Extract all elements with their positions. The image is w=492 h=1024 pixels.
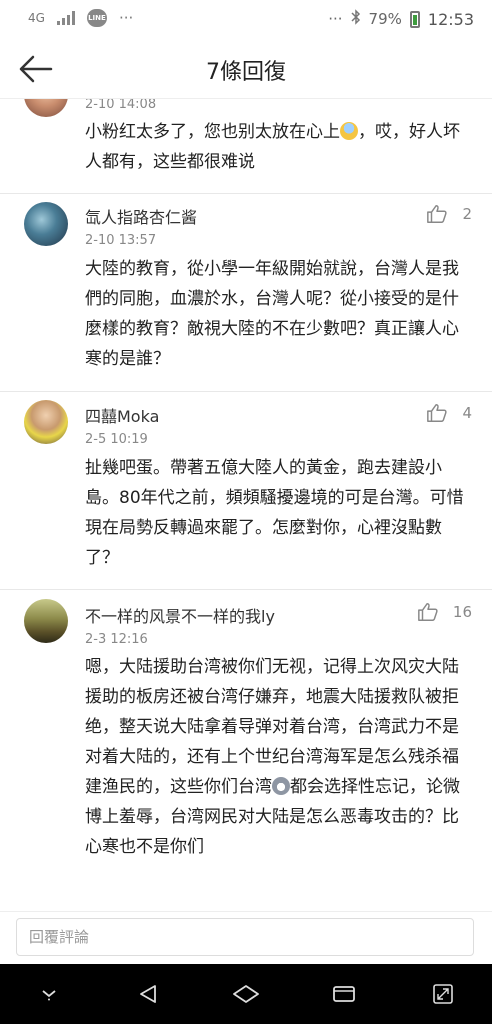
comment-time: 2-5 10:19 — [85, 432, 148, 447]
wolf-face-emoji-icon — [272, 777, 290, 795]
thumbs-up-icon — [418, 603, 438, 621]
more-status: ··· — [328, 10, 343, 28]
line-app-icon: LINE — [86, 9, 107, 27]
network-label: 4G — [28, 11, 45, 25]
like-count: 16 — [452, 603, 472, 621]
status-bar: 4G LINE ··· ··· 79% 12:53 — [0, 0, 492, 40]
like-button[interactable]: 16 — [417, 601, 472, 623]
like-count: 4 — [462, 404, 472, 422]
comment-body: 小粉红太多了，您也别太放在心上 ，哎，好人坏人都有，这些都很难说 — [85, 122, 460, 172]
comment-author[interactable]: 氙人指路杏仁酱 — [85, 204, 197, 228]
comment-list[interactable]: 2-10 14:08 小粉红太多了，您也别太放在心上 ，哎，好人坏人都有，这些都很… — [0, 99, 492, 911]
thumbs-up-icon — [427, 404, 448, 422]
signal-icon — [56, 11, 75, 25]
nav-home-button[interactable] — [226, 974, 266, 1014]
nav-down-icon — [42, 990, 56, 1001]
comment-author[interactable]: 四囍Moka — [85, 403, 159, 427]
status-left: 4G LINE ··· — [28, 9, 133, 27]
thumbs-up-icon — [427, 205, 448, 223]
clock: 12:53 — [427, 9, 474, 29]
comment-time: 2-3 12:16 — [85, 632, 148, 647]
reply-input[interactable] — [16, 918, 474, 956]
nav-expand-button[interactable] — [423, 974, 463, 1014]
nav-back-button[interactable] — [128, 974, 168, 1014]
comment-body: 扯幾吧蛋。帶著五億大陸人的黃金，跑去建設小島。80年代之前，頻頻騷擾邊境的可是台… — [85, 458, 464, 568]
more-notifications: ··· — [118, 9, 134, 27]
divider — [0, 391, 492, 392]
nav-home-icon — [233, 985, 259, 1003]
nav-recents-button[interactable] — [324, 974, 364, 1014]
nav-expand-icon — [432, 984, 453, 1004]
comment-time: 2-10 13:57 — [85, 233, 157, 248]
comment-body: 大陸的教育，從小學一年級開始就說，台灣人是我們的同胞，血濃於水，台灣人呢？從小接… — [85, 259, 459, 369]
system-nav-bar — [0, 964, 492, 1024]
reply-bar — [0, 911, 492, 965]
like-button[interactable]: 2 — [426, 203, 472, 225]
nav-recents-icon — [333, 986, 356, 1002]
nav-down-button[interactable] — [29, 974, 69, 1014]
avatar[interactable] — [24, 202, 68, 246]
battery-percent: 79% — [368, 10, 402, 28]
divider — [0, 589, 492, 590]
like-button[interactable]: 4 — [426, 402, 472, 424]
top-bar: 7條回復 — [0, 40, 492, 99]
avatar[interactable] — [24, 400, 68, 444]
avatar[interactable] — [24, 99, 68, 117]
comment-body: 嗯，大陆援助台湾被你们无视，记得上次风灾大陆援助的板房还被台湾仔嫌弃，地震大陆援… — [85, 657, 460, 857]
bluetooth-icon — [351, 9, 361, 29]
page-title: 7條回復 — [206, 60, 286, 85]
battery-icon — [409, 10, 420, 28]
fearful-face-emoji-icon — [340, 122, 358, 140]
comment-author[interactable]: 不一样的风景不一样的我ly — [85, 603, 275, 627]
comment-time: 2-10 14:08 — [85, 99, 157, 112]
avatar[interactable] — [24, 599, 68, 643]
status-right: ··· 79% 12:53 — [328, 9, 474, 29]
like-count: 2 — [462, 205, 472, 223]
divider — [0, 193, 492, 194]
nav-back-icon — [139, 985, 156, 1003]
